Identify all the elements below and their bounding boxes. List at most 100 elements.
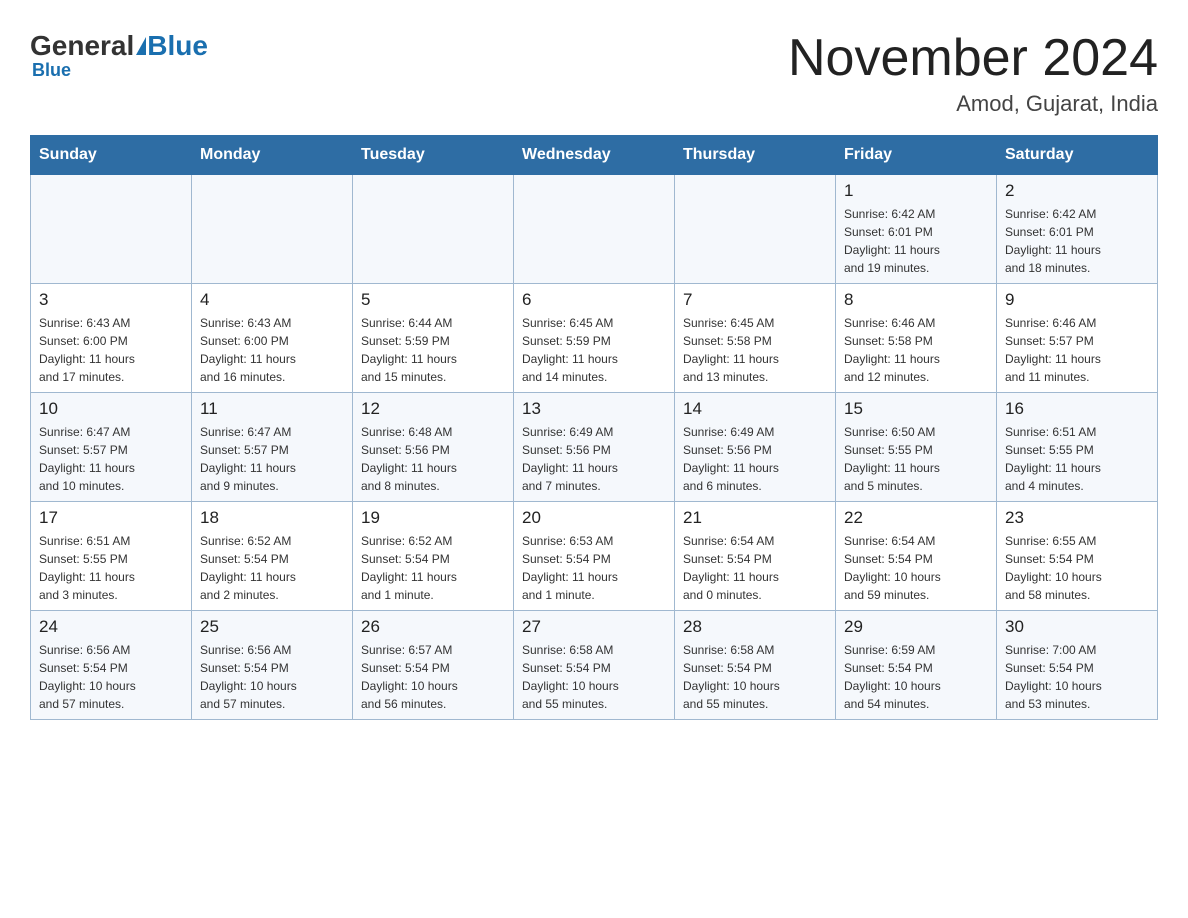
day-info: Sunrise: 6:43 AM Sunset: 6:00 PM Dayligh… [200,314,344,386]
day-number: 7 [683,290,827,310]
day-info: Sunrise: 6:52 AM Sunset: 5:54 PM Dayligh… [361,532,505,604]
calendar-cell: 9 Sunrise: 6:46 AM Sunset: 5:57 PM Daylig… [997,284,1158,393]
day-number: 25 [200,617,344,637]
calendar-cell [353,175,514,284]
calendar-header-row: SundayMondayTuesdayWednesdayThursdayFrid… [31,136,1158,175]
calendar-cell: 26 Sunrise: 6:57 AM Sunset: 5:54 PM Dayli… [353,611,514,720]
calendar-week-4: 17 Sunrise: 6:51 AM Sunset: 5:55 PM Dayli… [31,502,1158,611]
day-header-saturday: Saturday [997,136,1158,175]
day-number: 5 [361,290,505,310]
calendar-cell: 15 Sunrise: 6:50 AM Sunset: 5:55 PM Dayli… [836,393,997,502]
calendar-table: SundayMondayTuesdayWednesdayThursdayFrid… [30,135,1158,720]
calendar-cell: 30 Sunrise: 7:00 AM Sunset: 5:54 PM Dayli… [997,611,1158,720]
calendar-cell: 1 Sunrise: 6:42 AM Sunset: 6:01 PM Daylig… [836,175,997,284]
day-info: Sunrise: 7:00 AM Sunset: 5:54 PM Dayligh… [1005,641,1149,713]
calendar-cell [675,175,836,284]
day-number: 4 [200,290,344,310]
day-number: 13 [522,399,666,419]
day-number: 30 [1005,617,1149,637]
calendar-cell: 16Sunrise: 6:51 AM Sunset: 5:55 PM Dayli… [997,393,1158,502]
day-number: 19 [361,508,505,528]
day-info: Sunrise: 6:42 AM Sunset: 6:01 PM Dayligh… [1005,205,1149,277]
logo-triangle-icon [136,37,146,55]
day-info: Sunrise: 6:57 AM Sunset: 5:54 PM Dayligh… [361,641,505,713]
day-header-tuesday: Tuesday [353,136,514,175]
day-info: Sunrise: 6:55 AM Sunset: 5:54 PM Dayligh… [1005,532,1149,604]
calendar-cell: 12Sunrise: 6:48 AM Sunset: 5:56 PM Dayli… [353,393,514,502]
day-number: 27 [522,617,666,637]
calendar-week-5: 24 Sunrise: 6:56 AM Sunset: 5:54 PM Dayli… [31,611,1158,720]
calendar-cell: 6Sunrise: 6:45 AM Sunset: 5:59 PM Daylig… [514,284,675,393]
day-header-thursday: Thursday [675,136,836,175]
logo-general-text: General [30,30,134,62]
day-info: Sunrise: 6:56 AM Sunset: 5:54 PM Dayligh… [39,641,183,713]
day-info: Sunrise: 6:48 AM Sunset: 5:56 PM Dayligh… [361,423,505,495]
day-info: Sunrise: 6:42 AM Sunset: 6:01 PM Dayligh… [844,205,988,277]
calendar-cell: 28 Sunrise: 6:58 AM Sunset: 5:54 PM Dayli… [675,611,836,720]
calendar-cell: 5 Sunrise: 6:44 AM Sunset: 5:59 PM Daylig… [353,284,514,393]
day-info: Sunrise: 6:49 AM Sunset: 5:56 PM Dayligh… [522,423,666,495]
day-info: Sunrise: 6:47 AM Sunset: 5:57 PM Dayligh… [39,423,183,495]
day-number: 17 [39,508,183,528]
calendar-cell [192,175,353,284]
day-info: Sunrise: 6:52 AM Sunset: 5:54 PM Dayligh… [200,532,344,604]
day-info: Sunrise: 6:46 AM Sunset: 5:57 PM Dayligh… [1005,314,1149,386]
calendar-cell: 21 Sunrise: 6:54 AM Sunset: 5:54 PM Dayli… [675,502,836,611]
calendar-cell [31,175,192,284]
day-number: 15 [844,399,988,419]
calendar-cell: 24 Sunrise: 6:56 AM Sunset: 5:54 PM Dayli… [31,611,192,720]
day-info: Sunrise: 6:58 AM Sunset: 5:54 PM Dayligh… [522,641,666,713]
calendar-cell: 19 Sunrise: 6:52 AM Sunset: 5:54 PM Dayli… [353,502,514,611]
day-header-friday: Friday [836,136,997,175]
calendar-cell: 8 Sunrise: 6:46 AM Sunset: 5:58 PM Daylig… [836,284,997,393]
calendar-cell: 23Sunrise: 6:55 AM Sunset: 5:54 PM Dayli… [997,502,1158,611]
day-number: 26 [361,617,505,637]
day-info: Sunrise: 6:51 AM Sunset: 5:55 PM Dayligh… [1005,423,1149,495]
day-number: 24 [39,617,183,637]
day-info: Sunrise: 6:44 AM Sunset: 5:59 PM Dayligh… [361,314,505,386]
calendar-cell: 4 Sunrise: 6:43 AM Sunset: 6:00 PM Daylig… [192,284,353,393]
logo-underline: Blue [32,60,71,81]
day-info: Sunrise: 6:56 AM Sunset: 5:54 PM Dayligh… [200,641,344,713]
day-number: 3 [39,290,183,310]
day-info: Sunrise: 6:51 AM Sunset: 5:55 PM Dayligh… [39,532,183,604]
calendar-cell: 10Sunrise: 6:47 AM Sunset: 5:57 PM Dayli… [31,393,192,502]
day-info: Sunrise: 6:45 AM Sunset: 5:58 PM Dayligh… [683,314,827,386]
calendar-cell [514,175,675,284]
day-number: 29 [844,617,988,637]
day-number: 21 [683,508,827,528]
day-header-sunday: Sunday [31,136,192,175]
day-number: 14 [683,399,827,419]
day-number: 18 [200,508,344,528]
calendar-week-2: 3 Sunrise: 6:43 AM Sunset: 6:00 PM Daylig… [31,284,1158,393]
calendar-cell: 18 Sunrise: 6:52 AM Sunset: 5:54 PM Dayli… [192,502,353,611]
day-info: Sunrise: 6:47 AM Sunset: 5:57 PM Dayligh… [200,423,344,495]
calendar-cell: 20 Sunrise: 6:53 AM Sunset: 5:54 PM Dayli… [514,502,675,611]
day-number: 22 [844,508,988,528]
day-info: Sunrise: 6:54 AM Sunset: 5:54 PM Dayligh… [683,532,827,604]
day-number: 28 [683,617,827,637]
calendar-week-1: 1 Sunrise: 6:42 AM Sunset: 6:01 PM Daylig… [31,175,1158,284]
day-info: Sunrise: 6:58 AM Sunset: 5:54 PM Dayligh… [683,641,827,713]
day-info: Sunrise: 6:46 AM Sunset: 5:58 PM Dayligh… [844,314,988,386]
calendar-week-3: 10Sunrise: 6:47 AM Sunset: 5:57 PM Dayli… [31,393,1158,502]
day-info: Sunrise: 6:53 AM Sunset: 5:54 PM Dayligh… [522,532,666,604]
calendar-cell: 29 Sunrise: 6:59 AM Sunset: 5:54 PM Dayli… [836,611,997,720]
calendar-cell: 14 Sunrise: 6:49 AM Sunset: 5:56 PM Dayli… [675,393,836,502]
day-number: 20 [522,508,666,528]
day-number: 1 [844,181,988,201]
calendar-cell: 25 Sunrise: 6:56 AM Sunset: 5:54 PM Dayli… [192,611,353,720]
calendar-cell: 17 Sunrise: 6:51 AM Sunset: 5:55 PM Dayli… [31,502,192,611]
day-number: 2 [1005,181,1149,201]
title-area: November 2024 Amod, Gujarat, India [788,30,1158,117]
day-info: Sunrise: 6:59 AM Sunset: 5:54 PM Dayligh… [844,641,988,713]
page-title: November 2024 [788,30,1158,87]
day-number: 9 [1005,290,1149,310]
day-number: 8 [844,290,988,310]
logo: General Blue Blue [30,30,208,81]
calendar-cell: 27 Sunrise: 6:58 AM Sunset: 5:54 PM Dayli… [514,611,675,720]
page-header: General Blue Blue November 2024 Amod, Gu… [30,30,1158,117]
day-info: Sunrise: 6:50 AM Sunset: 5:55 PM Dayligh… [844,423,988,495]
day-info: Sunrise: 6:54 AM Sunset: 5:54 PM Dayligh… [844,532,988,604]
day-info: Sunrise: 6:49 AM Sunset: 5:56 PM Dayligh… [683,423,827,495]
